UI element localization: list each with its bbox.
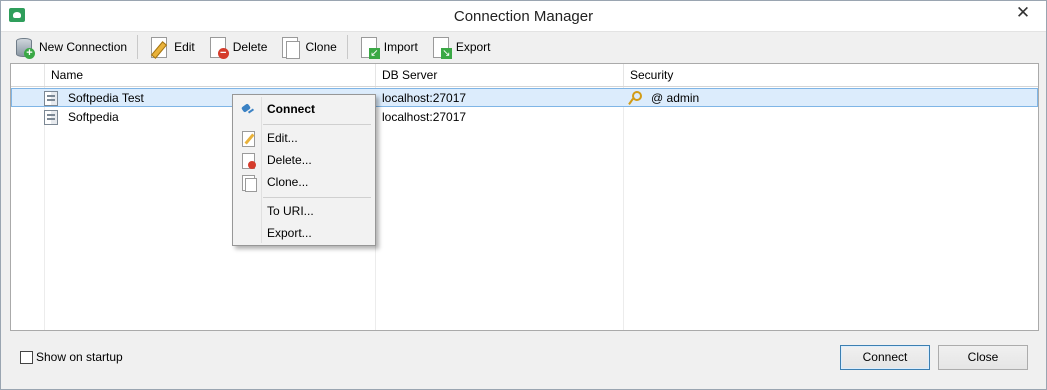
clone-button[interactable]: Clone — [276, 34, 339, 60]
table-row[interactable]: Softpedia localhost:27017 — [11, 108, 1038, 127]
menu-item-delete[interactable]: Delete... — [235, 150, 373, 171]
delete-icon — [240, 152, 256, 169]
menu-item-to-uri-label: To URI... — [267, 204, 314, 218]
connections-grid[interactable]: Name DB Server Security Softpedia Test l… — [10, 63, 1039, 331]
menu-separator — [263, 124, 371, 125]
title-bar[interactable]: Connection Manager ✕ — [1, 1, 1046, 32]
export-icon — [430, 35, 452, 59]
delete-label: Delete — [232, 40, 268, 54]
clone-label: Clone — [305, 40, 337, 54]
context-menu: Connect Edit... Delete... Clone... To UR… — [232, 94, 376, 246]
table-row[interactable]: Softpedia Test localhost:27017 @ admin — [11, 88, 1038, 107]
import-label: Import — [383, 40, 418, 54]
import-icon — [358, 35, 380, 59]
menu-item-clone[interactable]: Clone... — [235, 172, 373, 193]
grid-header: Name DB Server Security — [11, 64, 1038, 87]
new-connection-button[interactable]: New Connection — [10, 34, 130, 60]
toolbar-separator — [137, 35, 139, 59]
show-on-startup-checkbox[interactable] — [20, 350, 33, 364]
database-add-icon — [13, 35, 35, 59]
edit-pencil-icon — [148, 35, 170, 59]
menu-item-export-label: Export... — [267, 226, 312, 240]
edit-pencil-icon — [240, 130, 256, 147]
connect-button[interactable]: Connect — [840, 345, 930, 370]
window-close-button[interactable]: ✕ — [1008, 2, 1038, 24]
show-on-startup-label: Show on startup — [36, 350, 123, 364]
key-icon — [627, 91, 642, 105]
export-label: Export — [455, 40, 491, 54]
connection-server: localhost:27017 — [382, 91, 467, 105]
connection-name: Softpedia — [68, 110, 119, 124]
clone-icon — [240, 174, 257, 192]
column-header-db-server[interactable]: DB Server — [375, 64, 623, 86]
connection-name: Softpedia Test — [68, 91, 144, 105]
toolbar-separator — [346, 35, 348, 59]
column-header-icon[interactable] — [11, 64, 44, 86]
toolbar: New Connection Edit Delete Clone Import … — [1, 32, 1046, 62]
edit-label: Edit — [174, 40, 195, 54]
menu-item-clone-label: Clone... — [267, 175, 309, 189]
delete-icon — [207, 35, 229, 59]
menu-item-edit[interactable]: Edit... — [235, 128, 373, 149]
menu-item-connect-label: Connect — [267, 102, 315, 116]
menu-separator — [263, 197, 371, 198]
clone-icon — [279, 35, 301, 59]
column-header-security[interactable]: Security — [623, 64, 1038, 86]
server-icon — [44, 91, 58, 106]
menu-item-delete-label: Delete... — [267, 153, 312, 167]
connection-server: localhost:27017 — [382, 110, 467, 124]
server-icon — [44, 110, 58, 125]
plug-icon — [240, 101, 256, 118]
connection-manager-window: Connection Manager ✕ New Connection Edit… — [0, 0, 1047, 390]
import-button[interactable]: Import — [355, 34, 421, 60]
window-title: Connection Manager — [453, 8, 594, 25]
menu-item-edit-label: Edit... — [267, 131, 298, 145]
new-connection-label: New Connection — [39, 40, 128, 54]
menu-item-connect[interactable]: Connect — [235, 99, 373, 120]
menu-item-to-uri[interactable]: To URI... — [235, 201, 373, 222]
close-button[interactable]: Close — [938, 345, 1028, 370]
export-button[interactable]: Export — [427, 34, 494, 60]
column-header-name[interactable]: Name — [44, 64, 375, 86]
show-on-startup-option[interactable]: Show on startup — [20, 350, 123, 364]
connection-security: @ admin — [651, 91, 700, 105]
edit-button[interactable]: Edit — [145, 34, 198, 60]
menu-item-export[interactable]: Export... — [235, 223, 373, 244]
delete-button[interactable]: Delete — [204, 34, 271, 60]
